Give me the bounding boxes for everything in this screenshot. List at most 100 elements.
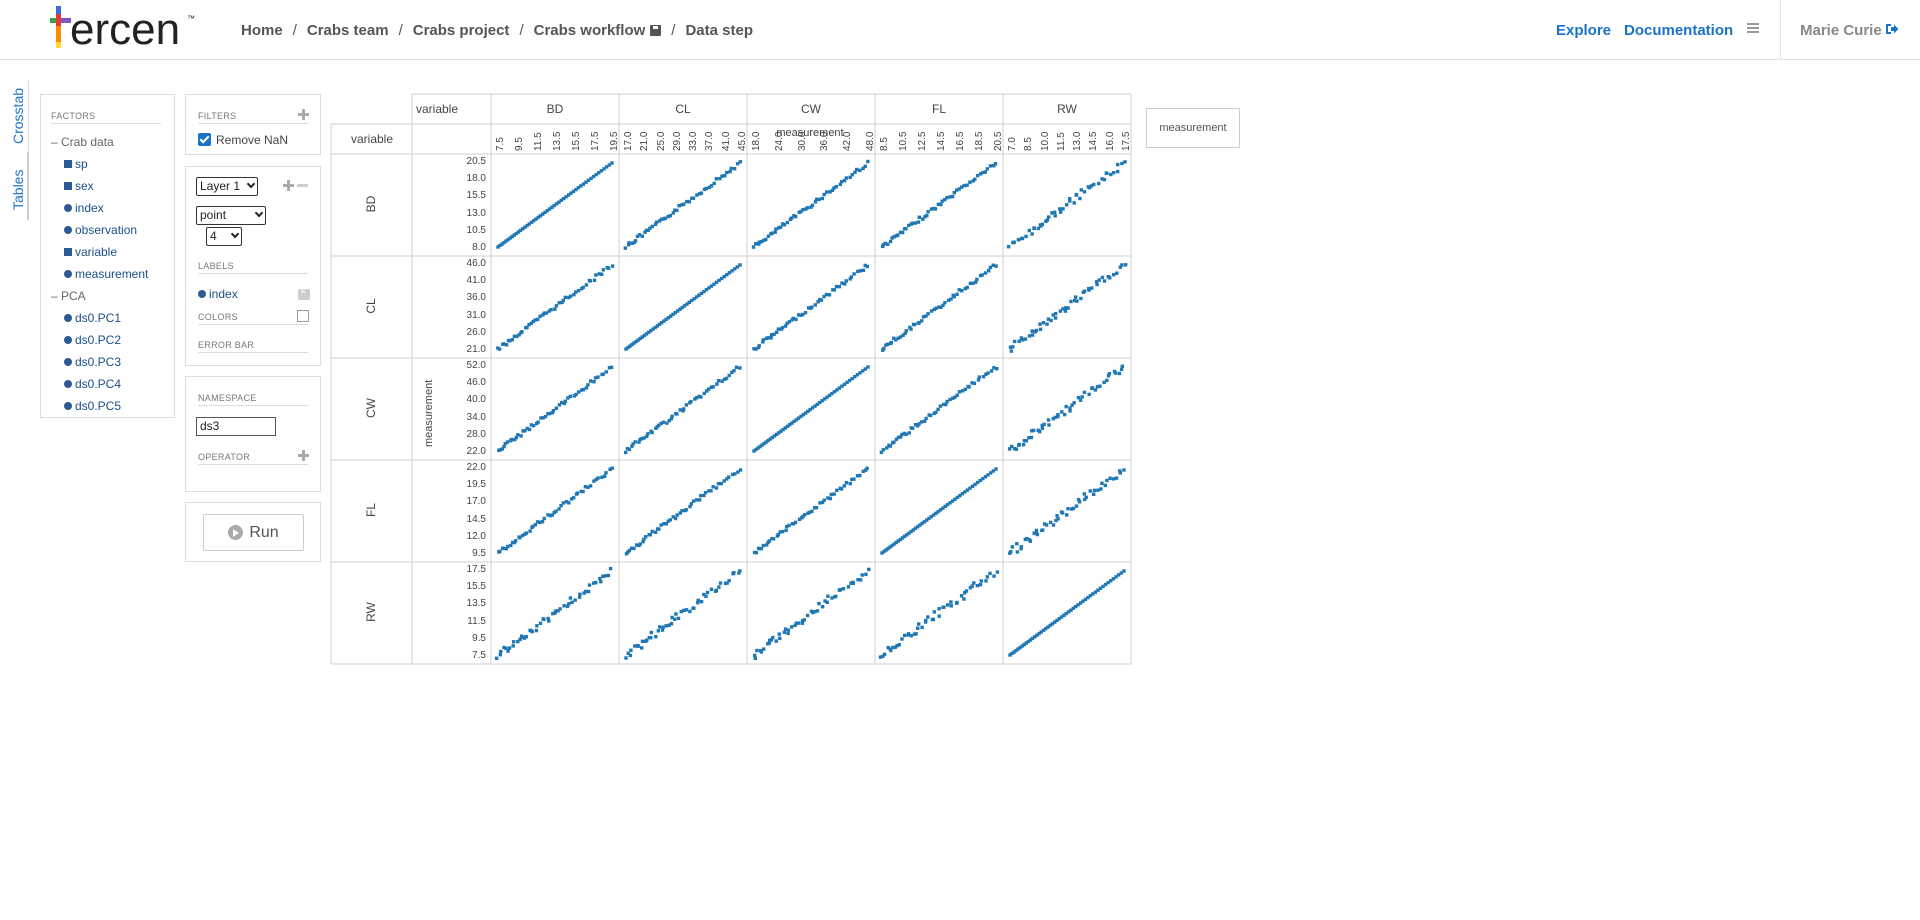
data-point	[604, 370, 608, 374]
data-point	[682, 202, 686, 206]
data-point	[1084, 495, 1088, 499]
data-point	[709, 489, 713, 493]
data-point	[738, 366, 742, 370]
data-point	[533, 523, 537, 527]
data-point	[771, 537, 776, 541]
data-point	[805, 206, 810, 210]
data-point	[936, 407, 940, 412]
data-point	[540, 520, 545, 524]
data-point	[1072, 401, 1076, 405]
data-point	[1028, 539, 1032, 543]
data-point	[623, 246, 627, 250]
data-point	[937, 614, 941, 618]
data-point	[759, 546, 764, 551]
data-point	[985, 167, 989, 171]
data-point	[820, 196, 824, 201]
data-point	[780, 326, 785, 330]
data-point	[650, 529, 654, 534]
data-point	[738, 160, 742, 164]
data-point	[909, 634, 913, 638]
data-point	[917, 622, 921, 626]
data-point	[994, 264, 998, 268]
data-point	[584, 386, 589, 390]
data-point	[934, 306, 938, 310]
data-point	[716, 379, 721, 383]
data-point	[1120, 364, 1124, 368]
data-point	[751, 245, 756, 249]
data-point	[992, 366, 996, 370]
data-point	[594, 273, 598, 277]
data-point	[1060, 410, 1064, 414]
data-point	[1117, 371, 1122, 376]
data-point	[563, 399, 567, 403]
data-point	[778, 636, 782, 640]
data-point	[554, 509, 558, 513]
data-point	[727, 373, 731, 378]
data-point	[1097, 278, 1101, 282]
data-point	[498, 653, 502, 657]
data-point	[1068, 406, 1072, 410]
data-point	[1116, 162, 1120, 167]
data-point	[945, 399, 949, 404]
data-point	[944, 402, 948, 407]
data-point	[979, 579, 983, 583]
data-point	[1053, 316, 1058, 320]
data-point	[957, 390, 962, 394]
data-point	[904, 432, 908, 436]
data-point	[933, 207, 938, 211]
data-point	[628, 653, 632, 658]
data-point	[822, 498, 826, 502]
data-point	[664, 624, 668, 628]
data-point	[1047, 215, 1051, 219]
data-point	[678, 408, 682, 412]
data-point	[1042, 422, 1046, 427]
data-point	[668, 518, 672, 522]
data-point	[709, 587, 714, 591]
data-point	[673, 516, 678, 521]
data-point	[668, 213, 673, 218]
data-point	[949, 604, 953, 608]
data-point	[1066, 306, 1070, 310]
data-point	[995, 367, 999, 371]
data-point	[1056, 414, 1060, 419]
data-point	[675, 208, 679, 213]
data-point	[509, 543, 513, 548]
data-point	[761, 338, 766, 342]
data-point	[738, 569, 742, 573]
data-point	[1080, 395, 1084, 399]
data-point	[661, 625, 665, 629]
data-point	[934, 410, 938, 415]
data-point	[825, 600, 829, 604]
data-point	[606, 266, 611, 270]
data-point	[558, 607, 562, 611]
data-point	[732, 167, 737, 171]
data-point	[1015, 542, 1019, 546]
data-point	[733, 472, 737, 476]
data-point	[704, 186, 709, 191]
data-point	[598, 576, 602, 581]
data-point	[673, 617, 677, 621]
data-point	[576, 288, 581, 293]
data-point	[1097, 181, 1101, 186]
data-point	[794, 214, 798, 219]
data-point	[1056, 517, 1060, 521]
data-point	[1107, 372, 1112, 376]
data-point	[858, 473, 862, 478]
data-point	[817, 197, 821, 202]
data-point	[553, 307, 557, 311]
data-point	[775, 330, 779, 334]
data-point	[1074, 192, 1079, 197]
data-point	[573, 598, 577, 602]
data-point	[916, 220, 921, 224]
data-point	[1038, 322, 1042, 326]
data-point	[723, 174, 727, 178]
data-point	[995, 570, 1000, 574]
data-point	[684, 608, 689, 612]
data-point	[1112, 171, 1116, 175]
data-point	[955, 393, 959, 397]
data-point	[1020, 236, 1025, 241]
data-point	[764, 237, 768, 242]
data-point	[1012, 339, 1017, 344]
data-point	[889, 340, 894, 345]
data-point	[829, 492, 833, 497]
